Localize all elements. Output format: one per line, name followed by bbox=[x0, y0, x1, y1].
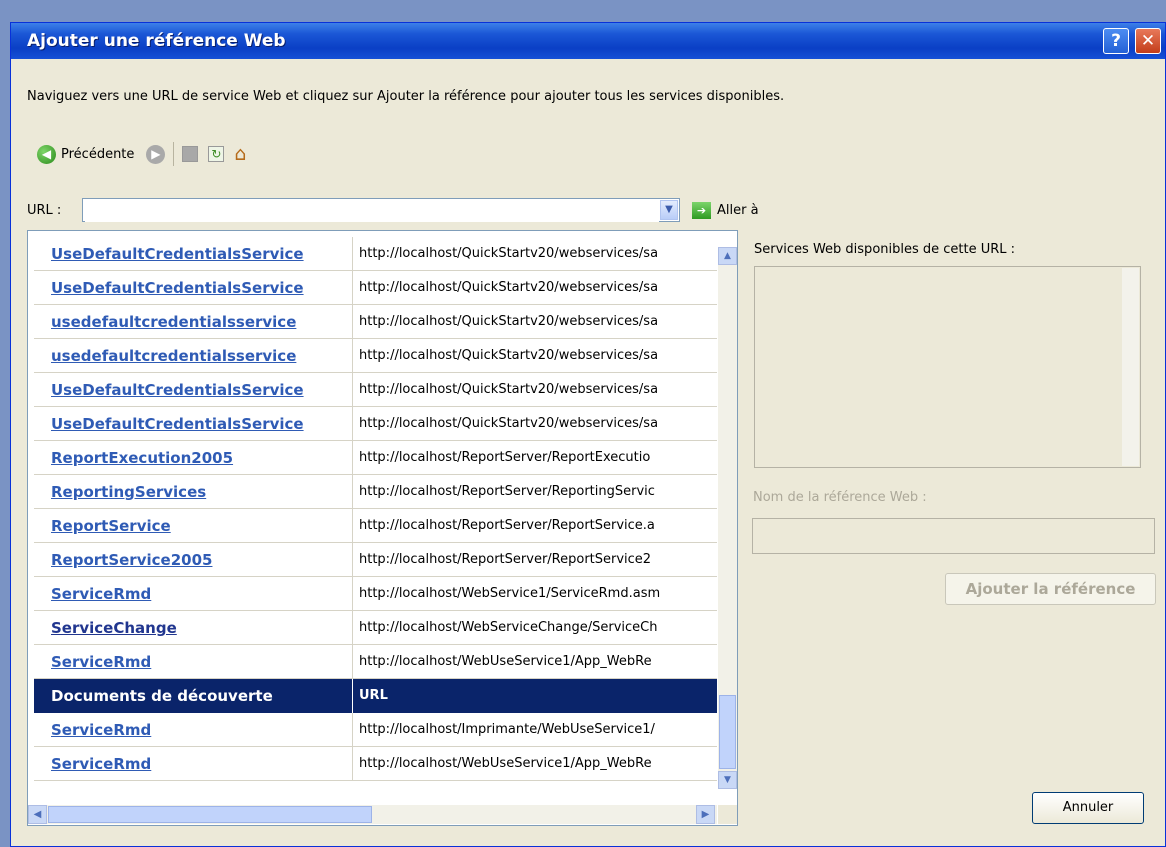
list-item[interactable]: ServiceRmd http://localhost/Imprimante/W… bbox=[34, 713, 717, 747]
service-url: http://localhost/ReportServer/ReportExec… bbox=[352, 441, 714, 475]
stop-icon[interactable] bbox=[182, 146, 199, 162]
available-services-list bbox=[754, 266, 1141, 468]
scroll-left-icon[interactable]: ◀ bbox=[28, 805, 47, 824]
vertical-scroll-thumb[interactable] bbox=[719, 695, 736, 769]
back-arrow-icon[interactable]: ◀ bbox=[37, 144, 56, 164]
dialog-title: Ajouter une référence Web bbox=[27, 31, 286, 51]
service-link[interactable]: usedefaultcredentialsservice bbox=[51, 339, 351, 373]
service-link[interactable]: ReportService2005 bbox=[51, 543, 351, 577]
service-url: http://localhost/ReportServer/ReportServ… bbox=[352, 509, 714, 543]
list-item[interactable]: ServiceChange http://localhost/WebServic… bbox=[34, 611, 717, 645]
service-url: http://localhost/QuickStartv20/webservic… bbox=[352, 373, 714, 407]
list-item[interactable]: ServiceRmd http://localhost/WebService1/… bbox=[34, 577, 717, 611]
service-link[interactable]: UseDefaultCredentialsService bbox=[51, 407, 351, 441]
service-link[interactable]: ReportExecution2005 bbox=[51, 441, 351, 475]
list-item[interactable]: ReportService http://localhost/ReportSer… bbox=[34, 509, 717, 543]
add-web-reference-dialog: Ajouter une référence Web ? ✕ Naviguez v… bbox=[10, 22, 1166, 847]
service-url: http://localhost/WebServiceChange/Servic… bbox=[352, 611, 714, 645]
discovery-documents-header: Documents de découverte URL bbox=[34, 679, 717, 713]
list-item[interactable]: ServiceRmd http://localhost/WebUseServic… bbox=[34, 747, 717, 781]
service-link[interactable]: ReportService bbox=[51, 509, 351, 543]
url-row: URL : ▼ ➔ Aller à bbox=[27, 197, 759, 223]
service-link[interactable]: ServiceChange bbox=[51, 611, 351, 645]
horizontal-scroll-thumb[interactable] bbox=[48, 806, 372, 823]
discovery-url: http://localhost/WebUseService1/App_WebR… bbox=[352, 747, 714, 781]
service-link[interactable]: usedefaultcredentialsservice bbox=[51, 305, 351, 339]
url-input[interactable] bbox=[85, 200, 659, 222]
cancel-button[interactable]: Annuler bbox=[1032, 792, 1144, 824]
service-url: http://localhost/QuickStartv20/webservic… bbox=[352, 407, 714, 441]
help-button[interactable]: ? bbox=[1103, 28, 1129, 54]
list-item[interactable]: UseDefaultCredentialsService http://loca… bbox=[34, 271, 717, 305]
list-item[interactable]: ServiceRmd http://localhost/WebUseServic… bbox=[34, 645, 717, 679]
refresh-icon[interactable]: ↻ bbox=[208, 146, 225, 162]
web-reference-name-input bbox=[752, 518, 1155, 554]
chevron-down-icon[interactable]: ▼ bbox=[660, 200, 678, 220]
service-url: http://localhost/ReportServer/ReportServ… bbox=[352, 543, 714, 577]
service-url: http://localhost/WebUseService1/App_WebR… bbox=[352, 645, 714, 679]
available-services-label: Services Web disponibles de cette URL : bbox=[754, 242, 1016, 257]
web-reference-name-label: Nom de la référence Web : bbox=[753, 490, 927, 505]
service-url: http://localhost/QuickStartv20/webservic… bbox=[352, 271, 714, 305]
services-browser-pane[interactable]: UseDefaultCredentialsService http://loca… bbox=[27, 230, 738, 826]
service-link[interactable]: ServiceRmd bbox=[51, 645, 351, 679]
list-item[interactable]: usedefaultcredentialsservice http://loca… bbox=[34, 339, 717, 373]
service-link[interactable]: UseDefaultCredentialsService bbox=[51, 237, 351, 271]
discovery-link[interactable]: ServiceRmd bbox=[51, 747, 351, 781]
close-button[interactable]: ✕ bbox=[1135, 28, 1161, 54]
back-button[interactable]: Précédente bbox=[61, 147, 134, 162]
instructions-text: Naviguez vers une URL de service Web et … bbox=[27, 89, 785, 104]
service-link[interactable]: UseDefaultCredentialsService bbox=[51, 373, 351, 407]
go-button[interactable]: Aller à bbox=[717, 203, 759, 218]
toolbar-separator bbox=[173, 142, 175, 166]
scrollbar-corner bbox=[718, 805, 737, 824]
list-item[interactable]: UseDefaultCredentialsService http://loca… bbox=[34, 407, 717, 441]
horizontal-scrollbar[interactable]: ◀ ▶ bbox=[28, 805, 717, 824]
url-column-header: URL bbox=[352, 679, 714, 713]
add-reference-button: Ajouter la référence bbox=[945, 573, 1156, 605]
service-url: http://localhost/QuickStartv20/webservic… bbox=[352, 305, 714, 339]
vertical-scrollbar[interactable]: ▲ ▼ bbox=[718, 247, 737, 789]
service-link[interactable]: UseDefaultCredentialsService bbox=[51, 271, 351, 305]
list-item[interactable]: ReportExecution2005 http://localhost/Rep… bbox=[34, 441, 717, 475]
list-item[interactable]: ReportingServices http://localhost/Repor… bbox=[34, 475, 717, 509]
scroll-up-icon[interactable]: ▲ bbox=[718, 247, 737, 265]
list-item[interactable]: UseDefaultCredentialsService http://loca… bbox=[34, 373, 717, 407]
list-item[interactable]: UseDefaultCredentialsService http://loca… bbox=[34, 237, 717, 271]
list-item[interactable]: usedefaultcredentialsservice http://loca… bbox=[34, 305, 717, 339]
forward-arrow-icon[interactable]: ▶ bbox=[146, 144, 166, 164]
home-icon[interactable]: ⌂ bbox=[234, 145, 246, 164]
list-item[interactable]: ReportService2005 http://localhost/Repor… bbox=[34, 543, 717, 577]
navigation-toolbar: ◀ Précédente ▶ ↻ ⌂ bbox=[37, 139, 246, 169]
go-arrow-icon[interactable]: ➔ bbox=[692, 201, 711, 219]
service-url: http://localhost/WebService1/ServiceRmd.… bbox=[352, 577, 714, 611]
url-label: URL : bbox=[27, 202, 62, 218]
service-link[interactable]: ServiceRmd bbox=[51, 577, 351, 611]
service-url: http://localhost/QuickStartv20/webservic… bbox=[352, 237, 714, 271]
discovery-link[interactable]: ServiceRmd bbox=[51, 713, 351, 747]
available-services-scrollbar bbox=[1122, 268, 1139, 466]
service-url: http://localhost/ReportServer/ReportingS… bbox=[352, 475, 714, 509]
discovery-column-header: Documents de découverte bbox=[51, 687, 273, 705]
url-combobox[interactable]: ▼ bbox=[82, 198, 680, 222]
service-link[interactable]: ReportingServices bbox=[51, 475, 351, 509]
discovery-url: http://localhost/Imprimante/WebUseServic… bbox=[352, 713, 714, 747]
title-bar: Ajouter une référence Web ? ✕ bbox=[11, 23, 1165, 59]
service-url: http://localhost/QuickStartv20/webservic… bbox=[352, 339, 714, 373]
scroll-right-icon[interactable]: ▶ bbox=[696, 805, 715, 824]
scroll-down-icon[interactable]: ▼ bbox=[718, 771, 737, 789]
